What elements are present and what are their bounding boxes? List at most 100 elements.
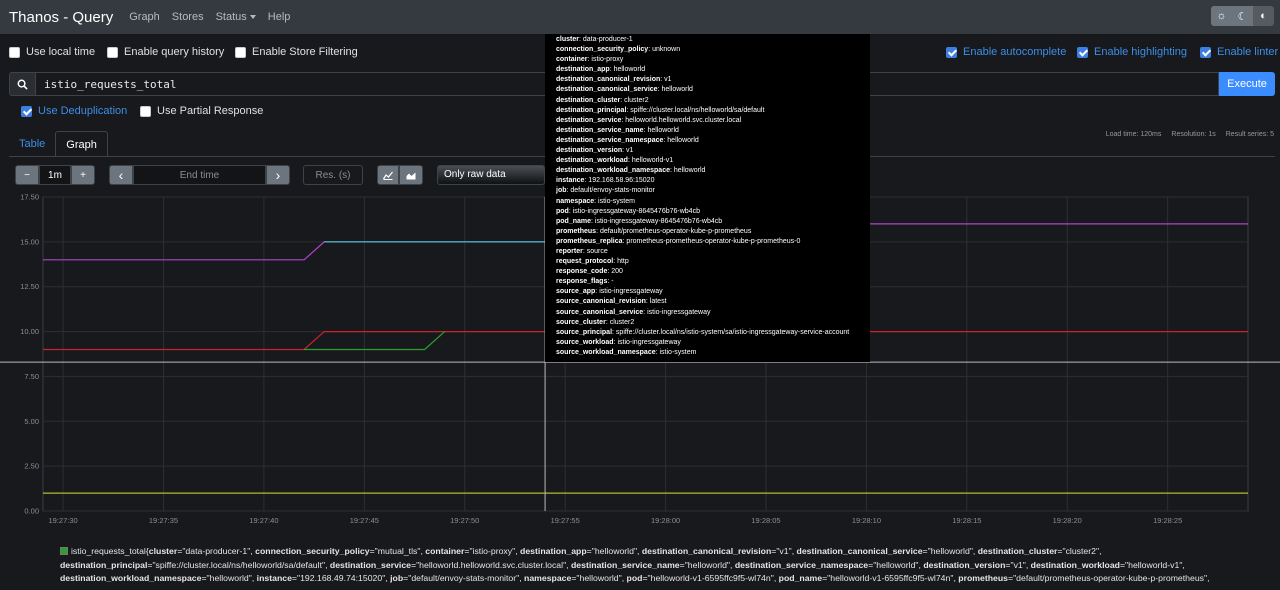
- legend-label-value: "helloworld-v1-6595ffc9f5-wl74n": [647, 573, 774, 583]
- tooltip-label-key: destination_version: [556, 147, 623, 155]
- theme-toggle: ☼ ☾ ◐: [1211, 6, 1274, 26]
- tooltip-label-row: prometheus_replica: prometheus-prometheu…: [556, 237, 801, 245]
- stacked-chart-icon[interactable]: [399, 165, 423, 185]
- decrease-range-button[interactable]: −: [15, 165, 39, 185]
- tooltip-label-row: cluster: data-producer-1: [556, 36, 633, 43]
- tooltip-label-key: source_workload: [556, 338, 614, 346]
- checkbox-label: Use Deduplication: [38, 105, 128, 117]
- legend-label-value: "v1": [776, 546, 792, 556]
- y-tick-label: 2.50: [24, 462, 39, 471]
- nav-graph[interactable]: Graph: [129, 11, 160, 23]
- legend-label-key: namespace: [524, 573, 572, 583]
- tooltip-label-value: istio-ingressgateway: [617, 338, 681, 346]
- legend-label-value: "default/envoy-stats-monitor": [408, 573, 520, 583]
- tooltip-label-value: istio-ingressgateway-8645476b76-wb4cb: [594, 217, 723, 225]
- tooltip-label-key: container: [556, 56, 588, 64]
- enable-highlighting-checkbox[interactable]: Enable highlighting: [1077, 46, 1187, 58]
- legend-label-value: "helloworld-v1": [1125, 559, 1183, 570]
- tooltip-label-key: pod: [556, 207, 569, 215]
- enable-autocomplete-checkbox[interactable]: Enable autocomplete: [946, 46, 1066, 58]
- enable-query-history-checkbox[interactable]: Enable query history: [107, 46, 224, 58]
- tooltip-label-row: source_app: istio-ingressgateway: [556, 288, 663, 296]
- line-chart-icon[interactable]: [377, 165, 399, 185]
- tooltip-label-key: source_cluster: [556, 318, 606, 326]
- tooltip-label-value: 192.168.58.96:15020: [588, 177, 655, 185]
- legend-label-key: destination_cluster: [977, 546, 1058, 556]
- search-icon: [9, 72, 36, 96]
- tooltip-label-value: istio-system: [598, 197, 635, 205]
- tooltip-label-value: istio-system: [659, 348, 697, 356]
- legend-label-value: "default/prometheus-operator-kube-p-prom…: [1013, 573, 1208, 583]
- tooltip-label-key: connection_security_policy: [556, 46, 649, 54]
- use-deduplication-checkbox[interactable]: Use Deduplication: [21, 105, 127, 117]
- increase-range-button[interactable]: +: [71, 165, 95, 185]
- legend-label-key: destination_workload: [1030, 559, 1120, 570]
- tooltip-label-key: request_protocol: [556, 258, 614, 266]
- tooltip-label-value: istio-ingressgateway-8645476b76-wb4cb: [572, 207, 700, 215]
- tab-graph[interactable]: Graph: [55, 131, 108, 157]
- tooltip-label-row: destination_workload: helloworld-v1: [556, 157, 674, 165]
- checkbox-box[interactable]: [140, 105, 151, 117]
- tooltip-label-value: istio-ingressgateway: [647, 308, 711, 316]
- brand[interactable]: Thanos - Query: [9, 9, 113, 26]
- legend-label-value: "data-producer-1": [182, 546, 251, 556]
- legend-label-key: destination_principal: [60, 559, 148, 570]
- tooltip-label-value: default/prometheus-operator-kube-p-prome…: [599, 227, 752, 235]
- x-tick-label: 19:28:10: [852, 516, 881, 525]
- nav-stores[interactable]: Stores: [172, 11, 204, 23]
- checkbox-label: Enable linter: [1217, 46, 1279, 58]
- next-time-button[interactable]: ›: [266, 165, 290, 185]
- checkbox-box[interactable]: [1200, 46, 1211, 58]
- tooltip-label-value: helloworld: [667, 136, 699, 144]
- legend-label-value: "helloworld": [206, 573, 252, 583]
- y-tick-label: 17.50: [20, 193, 39, 202]
- tooltip-label-key: job: [556, 187, 567, 195]
- downsampling-select[interactable]: Only raw data: [437, 165, 545, 185]
- tooltip-label-value: helloworld-v1: [631, 157, 674, 165]
- checkbox-box[interactable]: [946, 46, 957, 58]
- tooltip-label-row: response_code: 200: [556, 268, 623, 276]
- series-legend[interactable]: istio_requests_total{cluster="data-produ…: [60, 545, 1265, 586]
- tooltip-label-row: connection_security_policy: unknown: [556, 46, 681, 54]
- use-partial-response-checkbox[interactable]: Use Partial Response: [140, 105, 263, 117]
- nav-status[interactable]: Status: [216, 11, 256, 23]
- previous-time-button[interactable]: ‹: [109, 165, 133, 185]
- enable-linter-checkbox[interactable]: Enable linter: [1200, 46, 1278, 58]
- tooltip-label-value: istio-ingressgateway: [599, 288, 663, 296]
- checkbox-box[interactable]: [1077, 46, 1088, 58]
- sun-icon[interactable]: ☼: [1211, 6, 1232, 26]
- tooltip-label-row: source_cluster: cluster2: [556, 318, 635, 326]
- tooltip-label-value: latest: [649, 298, 667, 306]
- tooltip-label-row: destination_version: v1: [556, 147, 634, 155]
- checkbox-box[interactable]: [21, 105, 32, 117]
- tooltip-label-key: destination_canonical_revision: [556, 76, 661, 84]
- tooltip-label-key: source_canonical_service: [556, 308, 644, 316]
- execute-button[interactable]: Execute: [1219, 72, 1275, 96]
- tooltip-label-key: destination_service_namespace: [556, 136, 664, 144]
- enable-store-filtering-checkbox[interactable]: Enable Store Filtering: [235, 46, 358, 58]
- y-tick-label: 10.00: [20, 327, 39, 336]
- use-local-time-checkbox[interactable]: Use local time: [9, 46, 95, 58]
- tooltip-label-row: source_principal: spiffe://cluster.local…: [556, 328, 850, 336]
- tooltip-label-value: cluster2: [624, 96, 649, 104]
- tooltip-label-key: prometheus_replica: [556, 237, 623, 245]
- range-input[interactable]: 1m: [39, 165, 71, 185]
- y-tick-label: 15.00: [20, 237, 39, 246]
- tooltip-label-value: spiffe://cluster.local/ns/istio-system/s…: [615, 328, 850, 336]
- legend-label-value: "helloworld": [684, 559, 731, 570]
- checkbox-box[interactable]: [9, 46, 20, 58]
- tab-table[interactable]: Table: [9, 131, 55, 157]
- nav-help[interactable]: Help: [268, 11, 291, 23]
- checkbox-box[interactable]: [235, 46, 246, 58]
- tooltip-label-row: destination_principal: spiffe://cluster.…: [556, 106, 765, 114]
- moon-icon[interactable]: ☾: [1232, 6, 1253, 26]
- half-circle-icon[interactable]: ◐: [1253, 6, 1274, 26]
- legend-label-value: "192.168.49.74:15020": [297, 573, 386, 583]
- tooltip-label-key: destination_principal: [556, 106, 627, 114]
- query-stats: Load time: 120ms Resolution: 1s Result s…: [1106, 131, 1274, 138]
- legend-label-key: prometheus: [958, 573, 1008, 583]
- checkbox-label: Use Partial Response: [157, 105, 264, 117]
- resolution-input[interactable]: Res. (s): [303, 165, 363, 185]
- checkbox-box[interactable]: [107, 46, 118, 58]
- end-time-input[interactable]: End time: [133, 165, 266, 185]
